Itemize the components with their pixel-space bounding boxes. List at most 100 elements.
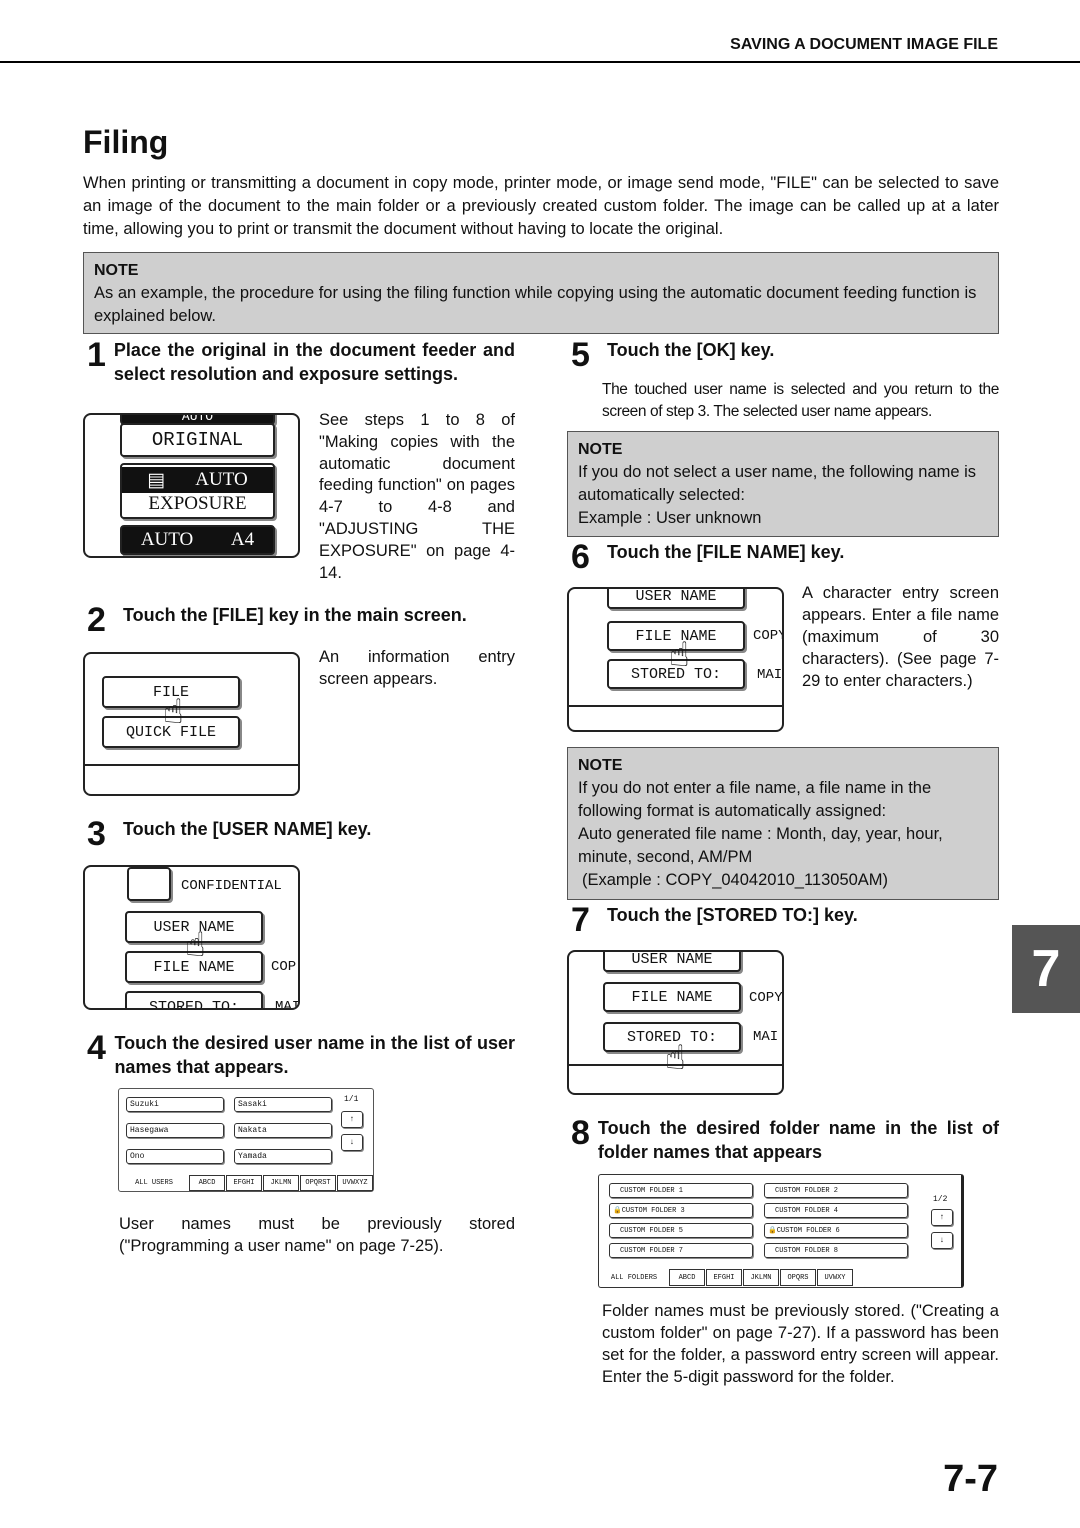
step-title: Touch the [STORED TO:] key. bbox=[607, 905, 858, 925]
tab-all-users[interactable]: ALL USERS bbox=[121, 1175, 187, 1191]
note-text: As an example, the procedure for using t… bbox=[94, 284, 977, 325]
user-name-item[interactable]: Hasegawa bbox=[126, 1123, 224, 1138]
page-indicator: 1/2 bbox=[933, 1195, 948, 1204]
tab-jklmn[interactable]: JKLMN bbox=[743, 1269, 779, 1286]
note-text: If you do not select a user name, the fo… bbox=[578, 463, 977, 504]
step-3: 3 Touch the [USER NAME] key. bbox=[87, 817, 515, 851]
screen-step-1: AUTO ORIGINAL ▤ AUTO EXPOSURE AUTO A4 bbox=[83, 413, 300, 558]
note-text: (Example : COPY_04042010_113050AM) bbox=[582, 871, 889, 889]
paper-button[interactable]: AUTO A4 bbox=[120, 525, 275, 555]
step-number: 1 bbox=[87, 336, 106, 374]
folder-name: CUSTOM FOLDER 3 bbox=[621, 1206, 685, 1215]
folder-name: CUSTOM FOLDER 5 bbox=[620, 1226, 684, 1235]
stored-to-value: MAI bbox=[275, 999, 300, 1010]
step-5: 5 Touch the [OK] key. bbox=[571, 338, 999, 372]
user-name-item[interactable]: Suzuki bbox=[126, 1097, 224, 1112]
folder-item[interactable]: CUSTOM FOLDER 8 bbox=[764, 1243, 908, 1258]
file-name-value: COPY bbox=[749, 990, 783, 1006]
screen-step-8: 1/2 ↑ ↓ ALL FOLDERS ABCD EFGHI JKLMN OPQ… bbox=[598, 1174, 964, 1288]
file-name-button[interactable]: FILE NAME bbox=[603, 982, 741, 1012]
folder-name: CUSTOM FOLDER 4 bbox=[775, 1206, 839, 1215]
step-number: 4 bbox=[87, 1029, 106, 1067]
tab-jklmn[interactable]: JKLMN bbox=[263, 1175, 299, 1191]
step-title: Touch the [OK] key. bbox=[607, 340, 775, 360]
scroll-down-arrow-icon[interactable]: ↓ bbox=[931, 1232, 953, 1249]
header-rule bbox=[0, 61, 1080, 63]
folder-item[interactable]: CUSTOM FOLDER 1 bbox=[609, 1183, 753, 1198]
step-title: Touch the [FILE NAME] key. bbox=[607, 542, 845, 562]
confidential-checkbox[interactable] bbox=[127, 867, 171, 901]
step-2: 2 Touch the [FILE] key in the main screen… bbox=[87, 603, 515, 637]
tab-opqrst[interactable]: OPQRST bbox=[300, 1175, 336, 1191]
step-number: 8 bbox=[571, 1114, 590, 1152]
note-label: NOTE bbox=[578, 441, 623, 458]
lock-icon: 🔒 bbox=[768, 1227, 777, 1235]
exposure-value: AUTO bbox=[195, 469, 248, 490]
screen-step-4: Suzuki Sasaki Hasegawa Nakata Ono Yamada… bbox=[118, 1088, 374, 1192]
tab-uvwxyz[interactable]: UVWXYZ bbox=[337, 1175, 373, 1191]
folder-item[interactable]: CUSTOM FOLDER 7 bbox=[609, 1243, 753, 1258]
tab-opqrs[interactable]: OPQRS bbox=[780, 1269, 816, 1286]
running-header: SAVING A DOCUMENT IMAGE FILE bbox=[730, 36, 998, 53]
note-label: NOTE bbox=[94, 262, 139, 279]
step-title: Touch the desired folder name in the lis… bbox=[597, 1118, 999, 1162]
user-name-item[interactable]: Yamada bbox=[234, 1149, 332, 1164]
paper-size: A4 bbox=[230, 529, 255, 550]
folder-name: CUSTOM FOLDER 1 bbox=[620, 1186, 684, 1195]
user-name-item[interactable]: Nakata bbox=[234, 1123, 332, 1138]
step-8: 8 Touch the desired folder name in the li… bbox=[571, 1116, 999, 1164]
folder-item[interactable]: 🔒 CUSTOM FOLDER 6 bbox=[764, 1223, 908, 1238]
exposure-button[interactable]: ▤ AUTO EXPOSURE bbox=[120, 463, 275, 519]
file-name-value: COPY bbox=[753, 628, 784, 644]
tab-efghi[interactable]: EFGHI bbox=[226, 1175, 262, 1191]
note-label: NOTE bbox=[578, 757, 623, 774]
user-name-button[interactable]: USER NAME bbox=[603, 952, 741, 972]
tab-all-folders[interactable]: ALL FOLDERS bbox=[601, 1269, 667, 1286]
scroll-up-arrow-icon[interactable]: ↑ bbox=[341, 1111, 363, 1128]
pointing-hand-icon: ☝ bbox=[669, 639, 690, 677]
paper-auto: AUTO bbox=[140, 529, 194, 550]
step-number: 2 bbox=[87, 601, 106, 639]
step-4-text: User names must be previously stored ("P… bbox=[119, 1215, 515, 1255]
pointing-hand-icon: ☝ bbox=[185, 929, 206, 967]
tab-efghi[interactable]: EFGHI bbox=[706, 1269, 742, 1286]
chapter-tab: 7 bbox=[1012, 925, 1080, 1013]
page-number: 7-7 bbox=[943, 1458, 998, 1500]
step-2-text: An information entry screen appears. bbox=[319, 648, 515, 688]
pointing-hand-icon: ☝ bbox=[163, 696, 184, 734]
step-7: 7 Touch the [STORED TO:] key. bbox=[571, 903, 999, 937]
screen-step-7: USER NAME FILE NAME COPY STORED TO: MAI … bbox=[567, 950, 784, 1095]
folder-item[interactable]: CUSTOM FOLDER 5 bbox=[609, 1223, 753, 1238]
user-name-button[interactable]: USER NAME bbox=[607, 589, 745, 609]
user-name-item[interactable]: Sasaki bbox=[234, 1097, 332, 1112]
tab-uvwxy[interactable]: UVWXY bbox=[817, 1269, 853, 1286]
step-5-text: The touched user name is selected and yo… bbox=[602, 381, 999, 420]
stored-to-button[interactable]: STORED TO: bbox=[125, 991, 263, 1008]
pointing-hand-icon: ☝ bbox=[665, 1042, 686, 1080]
tab-abcd[interactable]: ABCD bbox=[669, 1269, 705, 1286]
note-box-1: NOTE As an example, the procedure for usi… bbox=[83, 252, 999, 334]
step-number: 3 bbox=[87, 815, 106, 853]
folder-item[interactable]: CUSTOM FOLDER 4 bbox=[764, 1203, 908, 1218]
step-title: Touch the [FILE] key in the main screen. bbox=[123, 605, 467, 625]
folder-name: CUSTOM FOLDER 8 bbox=[775, 1246, 839, 1255]
stored-to-value: MAI bbox=[757, 667, 783, 683]
folder-name: CUSTOM FOLDER 6 bbox=[776, 1226, 840, 1235]
folder-item[interactable]: 🔒 CUSTOM FOLDER 3 bbox=[609, 1203, 753, 1218]
tab-abcd[interactable]: ABCD bbox=[189, 1175, 225, 1191]
confidential-label: CONFIDENTIAL bbox=[181, 878, 282, 894]
screen-step-6: USER NAME FILE NAME COPY STORED TO: MAI … bbox=[567, 587, 784, 732]
original-button[interactable]: ORIGINAL bbox=[120, 423, 275, 457]
note-text: If you do not enter a file name, a file … bbox=[578, 779, 932, 820]
note-text: Auto generated file name : Month, day, y… bbox=[578, 825, 943, 866]
user-name-item[interactable]: Ono bbox=[126, 1149, 224, 1164]
folder-name: CUSTOM FOLDER 2 bbox=[775, 1186, 839, 1195]
folder-item[interactable]: CUSTOM FOLDER 2 bbox=[764, 1183, 908, 1198]
screen-step-3: CONFIDENTIAL USER NAME FILE NAME COP STO… bbox=[83, 865, 300, 1010]
scroll-down-arrow-icon[interactable]: ↓ bbox=[341, 1134, 363, 1151]
step-title: Place the original in the document feede… bbox=[113, 340, 515, 384]
scroll-up-arrow-icon[interactable]: ↑ bbox=[931, 1209, 953, 1226]
page-indicator: 1/1 bbox=[344, 1095, 359, 1104]
step-number: 5 bbox=[571, 336, 590, 374]
step-1-text: See steps 1 to 8 of "Making copies with … bbox=[319, 411, 515, 582]
